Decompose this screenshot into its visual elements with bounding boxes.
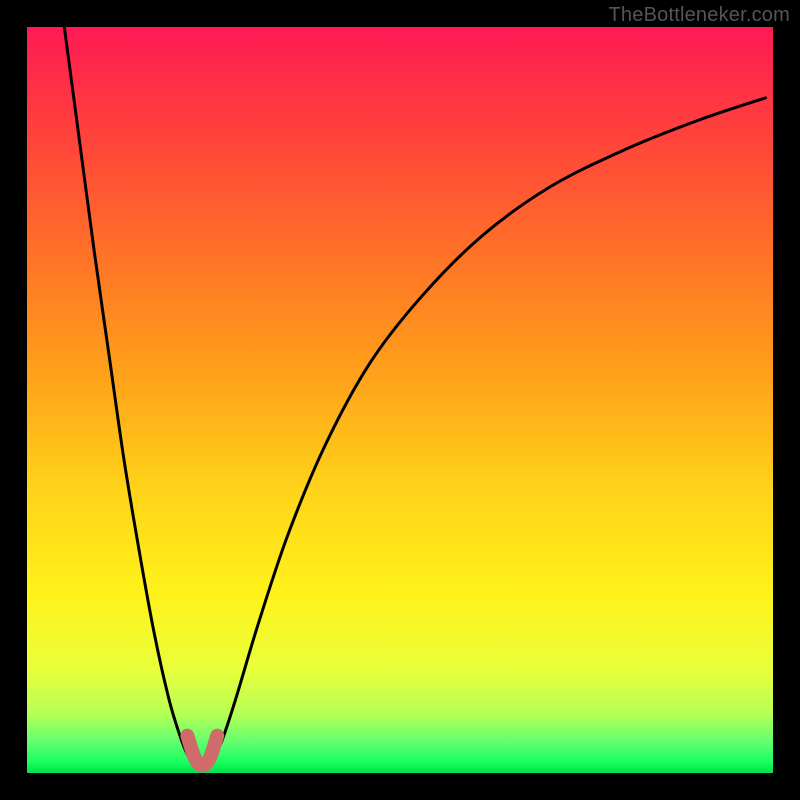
curve-left-branch <box>64 27 195 762</box>
chart-plot-area <box>27 27 773 773</box>
chart-svg <box>27 27 773 773</box>
chart-frame: TheBottleneker.com <box>0 0 800 800</box>
curve-dip-overlay <box>187 736 217 766</box>
watermark-text: TheBottleneker.com <box>609 4 790 27</box>
curve-right-branch <box>210 98 766 762</box>
